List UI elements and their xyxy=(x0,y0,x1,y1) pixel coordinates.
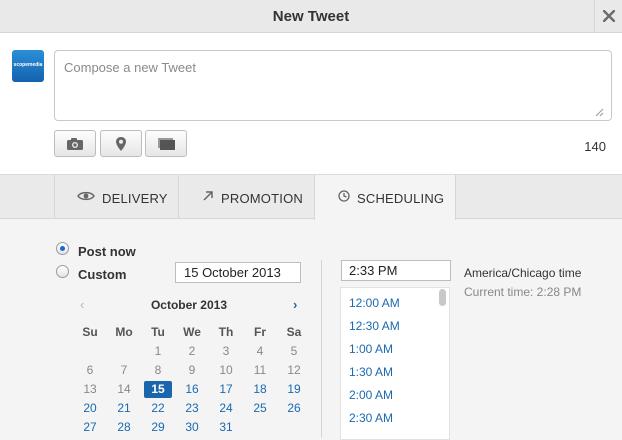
calendar-day[interactable]: 22 xyxy=(141,399,175,418)
calendar-day[interactable]: 28 xyxy=(107,418,141,437)
calendar-day-past: 2 xyxy=(188,344,196,358)
time-field[interactable] xyxy=(341,260,451,281)
time-option[interactable]: 2:30 AM xyxy=(349,411,393,425)
post-now-label[interactable]: Post now xyxy=(78,244,136,259)
time-options-list[interactable]: 12:00 AM 12:30 AM 1:00 AM 1:30 AM 2:00 A… xyxy=(340,287,450,440)
custom-radio[interactable] xyxy=(56,265,69,278)
calendar-day-label: 15 xyxy=(144,381,172,398)
window-title: New Tweet xyxy=(272,8,350,25)
title-bar: New Tweet xyxy=(0,0,622,33)
calendar-day-past: 3 xyxy=(222,344,230,358)
tab-scheduling[interactable]: SCHEDULING xyxy=(314,175,456,220)
time-list-scrollbar[interactable] xyxy=(439,289,446,306)
calendar-day-past: 4 xyxy=(256,344,264,358)
panel-divider xyxy=(321,260,322,438)
calendar-day[interactable]: 29 xyxy=(141,418,175,437)
close-icon xyxy=(603,10,615,22)
calendar-day[interactable]: 18 xyxy=(243,380,277,399)
calendar-week-row: 6 7 8 9 10 11 12 xyxy=(73,361,311,380)
calendar-day[interactable]: 25 xyxy=(243,399,277,418)
weekday-label: Mo xyxy=(115,325,133,339)
calendar-day-past: 13 xyxy=(83,382,97,396)
calendar-month-title: October 2013 xyxy=(150,298,228,312)
calendar-day-past: 11 xyxy=(253,363,267,377)
custom-label[interactable]: Custom xyxy=(78,267,126,282)
add-media-button[interactable] xyxy=(145,130,187,157)
calendar-day[interactable]: 24 xyxy=(209,399,243,418)
calendar-empty-cell xyxy=(73,342,107,361)
add-photo-button[interactable] xyxy=(54,130,96,157)
calendar-weeks: 1 2 3 4 5 6 7 8 9 10 11 12 13 14 15 16 17 18 19 20 21 22 23 24 2… xyxy=(73,342,311,437)
calendar-empty-cell xyxy=(107,342,141,361)
close-button[interactable] xyxy=(594,0,622,33)
tab-promotion-label: PROMOTION xyxy=(221,191,303,206)
tab-delivery[interactable]: DELIVERY xyxy=(54,175,178,219)
camera-icon xyxy=(67,137,83,150)
compose-panel: scopemedia 140 xyxy=(0,33,622,175)
calendar-week-row: 13 14 15 16 17 18 19 xyxy=(73,380,311,399)
resize-grip-icon[interactable] xyxy=(594,107,604,117)
tab-delivery-label: DELIVERY xyxy=(102,191,168,206)
add-location-button[interactable] xyxy=(100,130,142,157)
current-time-label: Current time: 2:28 PM xyxy=(464,285,582,299)
calendar-day[interactable]: 30 xyxy=(175,418,209,437)
calendar-week-row: 20 21 22 23 24 25 26 xyxy=(73,399,311,418)
time-option[interactable]: 1:00 AM xyxy=(349,342,393,356)
media-stack-icon xyxy=(158,137,175,150)
calendar-day-past: 14 xyxy=(117,382,131,396)
tab-bar: DELIVERY PROMOTION SCHEDULING xyxy=(0,175,622,220)
next-month-button[interactable]: › xyxy=(293,297,297,312)
calendar-day-past: 9 xyxy=(188,363,196,377)
arrow-up-right-icon xyxy=(203,191,213,201)
calendar-day[interactable]: 19 xyxy=(277,380,311,399)
date-field[interactable] xyxy=(175,262,301,283)
tab-promotion[interactable]: PROMOTION xyxy=(178,175,314,219)
calendar-day[interactable]: 16 xyxy=(175,380,209,399)
calendar-day-past: 7 xyxy=(120,363,128,377)
tab-scheduling-label: SCHEDULING xyxy=(357,191,445,206)
character-count: 140 xyxy=(584,139,606,154)
calendar-day-selected[interactable]: 15 xyxy=(141,380,175,399)
calendar-day-past: 8 xyxy=(154,363,162,377)
weekday-label: Tu xyxy=(151,325,165,339)
calendar-day-past: 1 xyxy=(154,344,162,358)
calendar-day[interactable]: 23 xyxy=(175,399,209,418)
weekday-label: Su xyxy=(82,325,98,339)
eye-icon xyxy=(77,191,95,201)
calendar-day-past: 10 xyxy=(219,363,233,377)
calendar-day[interactable]: 31 xyxy=(209,418,243,437)
calendar-day[interactable]: 20 xyxy=(73,399,107,418)
avatar-brand-text: scopemedia xyxy=(13,62,43,68)
calendar-empty-cell xyxy=(277,418,311,437)
weekday-label: Th xyxy=(218,325,234,339)
scheduling-panel: Post now Custom ‹ October 2013 › Su Mo T… xyxy=(0,220,622,440)
weekday-label: Sa xyxy=(286,325,302,339)
calendar-day[interactable]: 26 xyxy=(277,399,311,418)
time-option[interactable]: 12:30 AM xyxy=(349,319,400,333)
calendar-day-past: 5 xyxy=(290,344,298,358)
location-pin-icon xyxy=(116,136,126,151)
time-option[interactable]: 1:30 AM xyxy=(349,365,393,379)
avatar: scopemedia xyxy=(12,50,44,82)
calendar-week-row: 1 2 3 4 5 xyxy=(73,342,311,361)
tweet-input[interactable] xyxy=(54,50,612,121)
calendar-empty-cell xyxy=(243,418,277,437)
calendar-day-past: 6 xyxy=(86,363,94,377)
calendar-day-past: 12 xyxy=(287,363,301,377)
previous-month-button[interactable]: ‹ xyxy=(80,297,84,312)
weekday-label: Fr xyxy=(254,325,266,339)
time-option[interactable]: 12:00 AM xyxy=(349,296,400,310)
time-option[interactable]: 2:00 AM xyxy=(349,388,393,402)
calendar-week-row: 27 28 29 30 31 xyxy=(73,418,311,437)
calendar-day[interactable]: 27 xyxy=(73,418,107,437)
clock-icon xyxy=(338,190,350,202)
weekday-label: We xyxy=(183,325,201,339)
calendar-grid: Su Mo Tu We Th Fr Sa 1 2 3 4 5 6 7 8 9 10 11 12 13 14… xyxy=(73,323,311,437)
calendar-weekday-row: Su Mo Tu We Th Fr Sa xyxy=(73,323,311,342)
calendar-day[interactable]: 17 xyxy=(209,380,243,399)
timezone-label: America/Chicago time xyxy=(464,266,582,280)
calendar-day[interactable]: 21 xyxy=(107,399,141,418)
post-now-radio[interactable] xyxy=(56,242,69,255)
